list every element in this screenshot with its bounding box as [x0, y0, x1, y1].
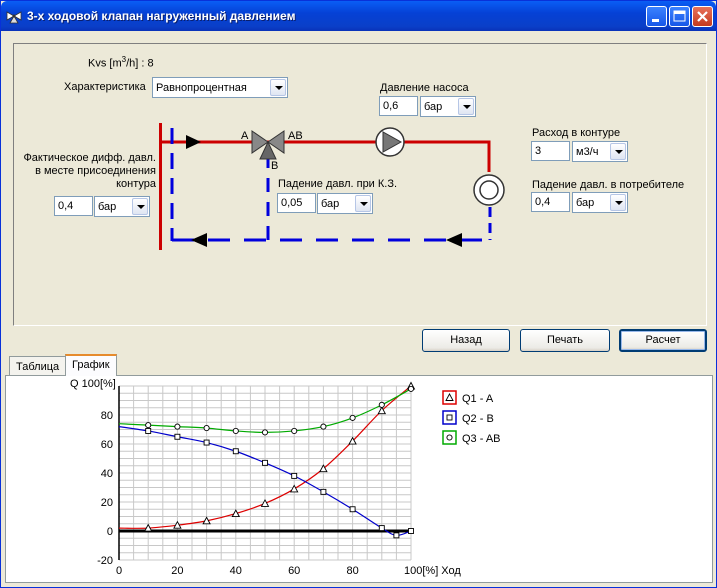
square-marker: [393, 532, 400, 539]
return-arrow-right-icon: [446, 233, 462, 247]
square-marker: [232, 448, 239, 455]
close-icon: [697, 11, 708, 22]
valve-app-icon: [6, 11, 22, 24]
port-ab-label: AB: [288, 130, 303, 142]
y-tick-label: -20: [97, 555, 113, 567]
square-marker: [378, 525, 385, 532]
square-marker: [291, 472, 298, 479]
x-tick-label: 80: [346, 565, 358, 577]
y-axis-label: Q 100[%]: [70, 378, 116, 390]
circle-marker: [320, 423, 327, 430]
hydraulic-diagram: A AB B: [159, 123, 505, 250]
maximize-button[interactable]: [669, 6, 690, 27]
y-tick-label: 40: [101, 468, 113, 480]
back-button[interactable]: Назад: [422, 329, 510, 352]
circle-marker: [261, 429, 269, 436]
port-b-label: B: [271, 160, 278, 172]
pump-icon: [375, 127, 405, 157]
x-tick-label: 0: [116, 565, 122, 577]
square-marker: [145, 428, 152, 434]
scheme-panel: Kvs [m3/h] : 8 Характеристика Равнопроце…: [13, 43, 707, 326]
supply-arrow-icon: [186, 135, 201, 149]
y-tick-label: 60: [101, 439, 113, 451]
return-arrow-left-icon: [191, 233, 207, 247]
square-marker: [320, 488, 327, 495]
y-tick-label: 0: [107, 526, 113, 538]
title-bar[interactable]: 3-х ходовой клапан нагруженный давлением: [1, 1, 716, 31]
port-a-label: A: [241, 130, 249, 142]
main-window: 3-х ходовой клапан нагруженный давлением…: [0, 0, 717, 588]
graph-tab-page: -20 0 20 40 60 80 0 20 40 60 80 Q1 - A Q2 - B Q3 - A…: [5, 375, 713, 583]
x-tick-label: 20: [171, 565, 183, 577]
circle-marker: [232, 427, 239, 435]
legend-label: Q1 - A: [462, 393, 494, 405]
circle-marker: [145, 422, 152, 429]
flow-chart: -200204060800 20 40 60 80 Q1 - AQ2 - BQ3 - A…: [70, 378, 501, 577]
y-tick-label: 20: [101, 497, 113, 509]
square-marker: [446, 414, 453, 421]
y-tick-label: 80: [101, 410, 113, 422]
consumer-icon: [473, 174, 505, 206]
minimize-icon: [652, 19, 659, 22]
window-title: 3-х ходовой клапан нагруженный давлением: [27, 9, 296, 23]
square-marker: [349, 506, 356, 513]
circle-marker: [446, 434, 453, 441]
minimize-button[interactable]: [646, 6, 667, 27]
square-marker: [262, 459, 268, 466]
circle-marker: [378, 401, 385, 408]
circle-marker: [291, 427, 298, 435]
triangle-marker: [289, 484, 299, 493]
tab-table[interactable]: Таблица: [9, 356, 67, 376]
circle-marker: [203, 425, 210, 432]
chart-legend: Q1 - A Q2 - B Q3 - AB: [442, 390, 501, 445]
chart-series: [118, 381, 416, 539]
x-axis-label: 100[%] Ход: [404, 565, 461, 577]
three-way-valve-icon: [251, 130, 285, 160]
calculate-button[interactable]: Расчет: [619, 329, 707, 352]
circle-marker: [407, 385, 415, 392]
circle-marker: [349, 414, 356, 421]
x-tick-label: 40: [230, 565, 242, 577]
square-marker: [174, 433, 181, 440]
triangle-marker: [260, 499, 270, 507]
print-button[interactable]: Печать: [520, 329, 610, 352]
tab-graph[interactable]: График: [65, 354, 117, 376]
legend-label: Q3 - AB: [462, 433, 501, 445]
square-marker: [203, 439, 210, 446]
x-tick-label: 60: [288, 565, 300, 577]
close-button[interactable]: [692, 6, 713, 27]
legend-label: Q2 - B: [462, 413, 494, 425]
circle-marker: [174, 423, 181, 430]
square-marker: [408, 528, 414, 534]
maximize-icon: [673, 10, 686, 22]
